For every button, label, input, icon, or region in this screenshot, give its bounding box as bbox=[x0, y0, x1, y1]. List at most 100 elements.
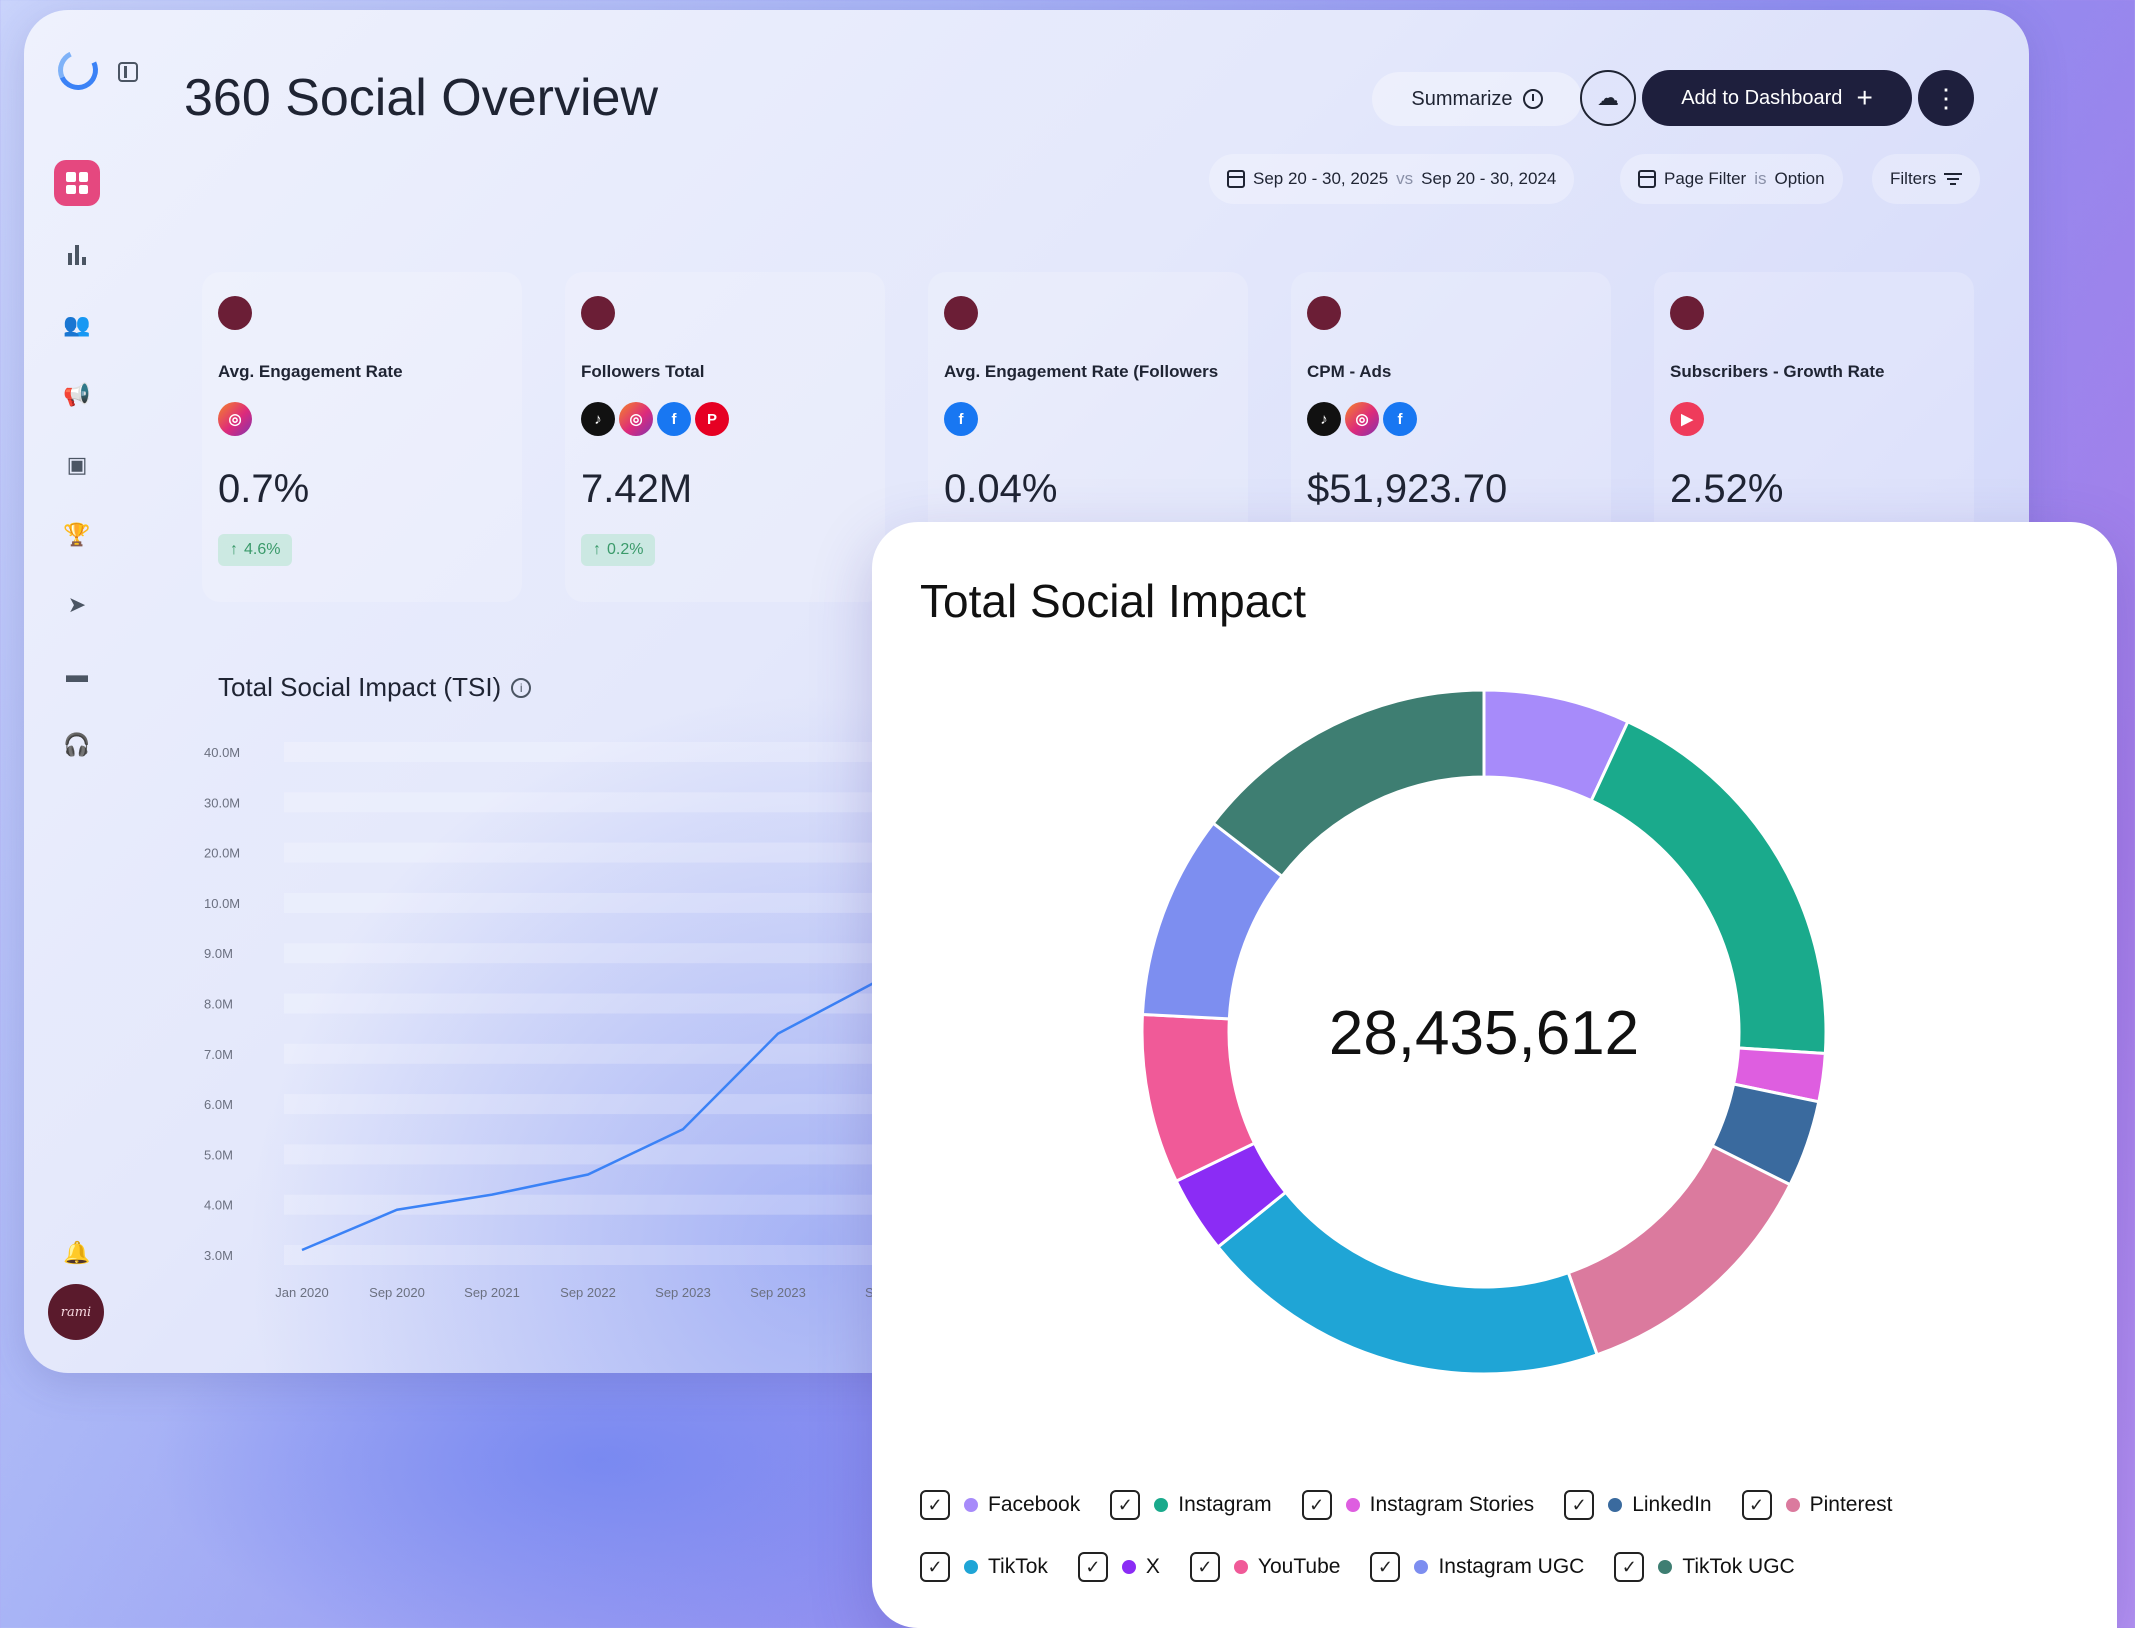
legend-checkbox[interactable]: ✓ bbox=[1741, 1490, 1772, 1520]
legend-checkbox[interactable]: ✓ bbox=[1110, 1490, 1141, 1520]
instagram-icon: ◎ bbox=[218, 402, 252, 436]
chat-icon: ▣ bbox=[66, 452, 88, 477]
legend-checkbox[interactable]: ✓ bbox=[1564, 1490, 1595, 1520]
legend-swatch bbox=[1608, 1498, 1623, 1512]
tsi-line-chart: 40.0M 30.0M 20.0M 10.0M 9.0M 8.0M 7.0M 6.0M 5.0M… bbox=[204, 742, 924, 1300]
filter-lines-icon bbox=[1944, 173, 1963, 185]
legend-checkbox[interactable]: ✓ bbox=[1370, 1552, 1401, 1582]
kpi-change-value: 0.2% bbox=[607, 541, 644, 558]
vs-label: vs bbox=[1396, 169, 1414, 188]
nav-publish[interactable]: ➤ bbox=[54, 582, 100, 628]
filters-button[interactable]: Filters bbox=[1872, 154, 1981, 204]
page-filter[interactable]: Page Filter is Option bbox=[1620, 154, 1843, 204]
legend-label: Instagram Stories bbox=[1369, 1493, 1535, 1516]
kpi-change-badge: ↑ 4.6% bbox=[218, 534, 293, 566]
legend-swatch bbox=[1414, 1560, 1429, 1574]
y-tick-label: 20.0M bbox=[204, 846, 240, 861]
add-to-dashboard-button[interactable]: Add to Dashboard + bbox=[1642, 70, 1912, 126]
sidebar: 👥 📢 ▣ 🏆 ➤ ▬ 🎧 🔔 rami bbox=[24, 10, 154, 1373]
legend-item-youtube[interactable]: ✓ YouTube bbox=[1189, 1552, 1340, 1582]
add-to-dashboard-label: Add to Dashboard bbox=[1681, 86, 1843, 109]
nav-analytics[interactable] bbox=[54, 232, 100, 278]
megaphone-icon: 📢 bbox=[63, 382, 91, 407]
user-avatar[interactable]: rami bbox=[48, 1284, 104, 1340]
more-vertical-icon: ⋮ bbox=[1933, 82, 1959, 113]
more-options-button[interactable]: ⋮ bbox=[1918, 70, 1974, 126]
legend-swatch bbox=[1233, 1560, 1248, 1574]
send-icon: ➤ bbox=[67, 592, 87, 617]
trophy-icon: 🏆 bbox=[63, 522, 91, 547]
legend-checkbox[interactable]: ✓ bbox=[1189, 1552, 1220, 1582]
legend-label: X bbox=[1145, 1555, 1160, 1578]
gridline bbox=[284, 742, 924, 762]
headset-icon: 🎧 bbox=[63, 732, 91, 757]
page-title: 360 Social Overview bbox=[184, 69, 658, 127]
legend-item-instagram[interactable]: ✓ Instagram bbox=[1110, 1490, 1272, 1520]
platform-icons: ♪ ◎ f P bbox=[581, 402, 729, 436]
facebook-icon: f bbox=[657, 402, 691, 436]
summarize-button[interactable]: Summarize bbox=[1372, 72, 1582, 126]
kpi-card[interactable]: Avg. Engagement Rate ◎ 0.7% ↑ 4.6% bbox=[202, 272, 522, 602]
y-tick-label: 9.0M bbox=[204, 946, 233, 961]
facebook-icon: f bbox=[944, 402, 978, 436]
arrow-up-icon: ↑ bbox=[593, 541, 601, 558]
legend-item-tiktok[interactable]: ✓ TikTok bbox=[920, 1552, 1048, 1582]
nav-files[interactable]: ▬ bbox=[54, 652, 100, 698]
cloud-download-icon: ☁ bbox=[1597, 85, 1619, 110]
bar-chart-icon bbox=[68, 245, 86, 265]
donut-slice-tiktok[interactable] bbox=[1215, 1190, 1599, 1376]
y-tick-label: 10.0M bbox=[204, 896, 240, 911]
clock-icon bbox=[1522, 89, 1543, 109]
legend-item-linkedin[interactable]: ✓ LinkedIn bbox=[1564, 1490, 1712, 1520]
instagram-icon: ◎ bbox=[1345, 402, 1379, 436]
nav-dashboard[interactable] bbox=[54, 160, 100, 206]
donut-slice-pinterest[interactable] bbox=[1566, 1143, 1793, 1357]
legend-label: Instagram UGC bbox=[1438, 1555, 1585, 1578]
legend-label: Instagram bbox=[1178, 1493, 1272, 1516]
y-tick-label: 5.0M bbox=[204, 1147, 233, 1162]
x-tick-label: Sep 2022 bbox=[560, 1285, 616, 1300]
tsi-title-text: Total Social Impact (TSI) bbox=[218, 672, 502, 702]
account-avatar bbox=[218, 296, 252, 330]
legend-checkbox[interactable]: ✓ bbox=[1301, 1490, 1332, 1520]
info-icon[interactable]: i bbox=[511, 677, 532, 698]
gridline bbox=[284, 892, 924, 913]
nav-notifications[interactable]: 🔔 bbox=[54, 1230, 100, 1276]
legend-row: ✓ Facebook ✓ Instagram ✓ Instagram Stories ✓ Li… bbox=[920, 1490, 2100, 1520]
legend-label: TikTok bbox=[988, 1555, 1048, 1578]
legend-item-x[interactable]: ✓ X bbox=[1077, 1552, 1160, 1582]
legend-checkbox[interactable]: ✓ bbox=[920, 1490, 950, 1520]
date-range: Sep 20 - 30, 2025 bbox=[1253, 169, 1389, 188]
legend-item-facebook[interactable]: ✓ Facebook bbox=[920, 1490, 1080, 1520]
x-tick-label: Sep 2020 bbox=[369, 1285, 425, 1300]
kpi-card[interactable]: Followers Total ♪ ◎ f P 7.42M ↑ 0.2% bbox=[565, 272, 885, 602]
y-tick-label: 6.0M bbox=[204, 1097, 233, 1112]
platform-icons: f bbox=[944, 402, 978, 436]
x-tick-label: Sep 2023 bbox=[655, 1285, 711, 1300]
account-avatar bbox=[1307, 296, 1341, 330]
kpi-label: Avg. Engagement Rate (Followers bbox=[944, 362, 1219, 381]
donut-slice-tiktok-ugc[interactable] bbox=[1211, 688, 1486, 879]
legend-checkbox[interactable]: ✓ bbox=[920, 1552, 950, 1582]
nav-awards[interactable]: 🏆 bbox=[54, 512, 100, 558]
legend-item-pinterest[interactable]: ✓ Pinterest bbox=[1741, 1490, 1892, 1520]
date-range-filter[interactable]: Sep 20 - 30, 2025 vs Sep 20 - 30, 2024 bbox=[1209, 154, 1575, 204]
tsi-chart-title: Total Social Impact (TSI) i bbox=[218, 672, 532, 703]
collapse-sidebar-icon[interactable] bbox=[118, 62, 138, 82]
calendar-icon bbox=[1638, 170, 1656, 188]
nav-audience[interactable]: 👥 bbox=[54, 302, 100, 348]
gridline bbox=[284, 1245, 924, 1265]
legend-item-instagram-ugc[interactable]: ✓ Instagram UGC bbox=[1370, 1552, 1584, 1582]
legend-checkbox[interactable]: ✓ bbox=[1077, 1552, 1108, 1582]
legend-swatch bbox=[964, 1498, 978, 1512]
nav-support[interactable]: 🎧 bbox=[54, 722, 100, 768]
legend-item-tiktok-ugc[interactable]: ✓ TikTok UGC bbox=[1614, 1552, 1795, 1582]
legend-label: LinkedIn bbox=[1632, 1493, 1712, 1516]
download-button[interactable]: ☁ bbox=[1580, 70, 1636, 126]
app-logo-icon[interactable] bbox=[52, 44, 104, 96]
nav-campaigns[interactable]: 📢 bbox=[54, 372, 100, 418]
arrow-up-icon: ↑ bbox=[230, 541, 238, 558]
nav-messages[interactable]: ▣ bbox=[54, 442, 100, 488]
legend-item-instagram-stories[interactable]: ✓ Instagram Stories bbox=[1301, 1490, 1535, 1520]
legend-checkbox[interactable]: ✓ bbox=[1614, 1552, 1645, 1582]
